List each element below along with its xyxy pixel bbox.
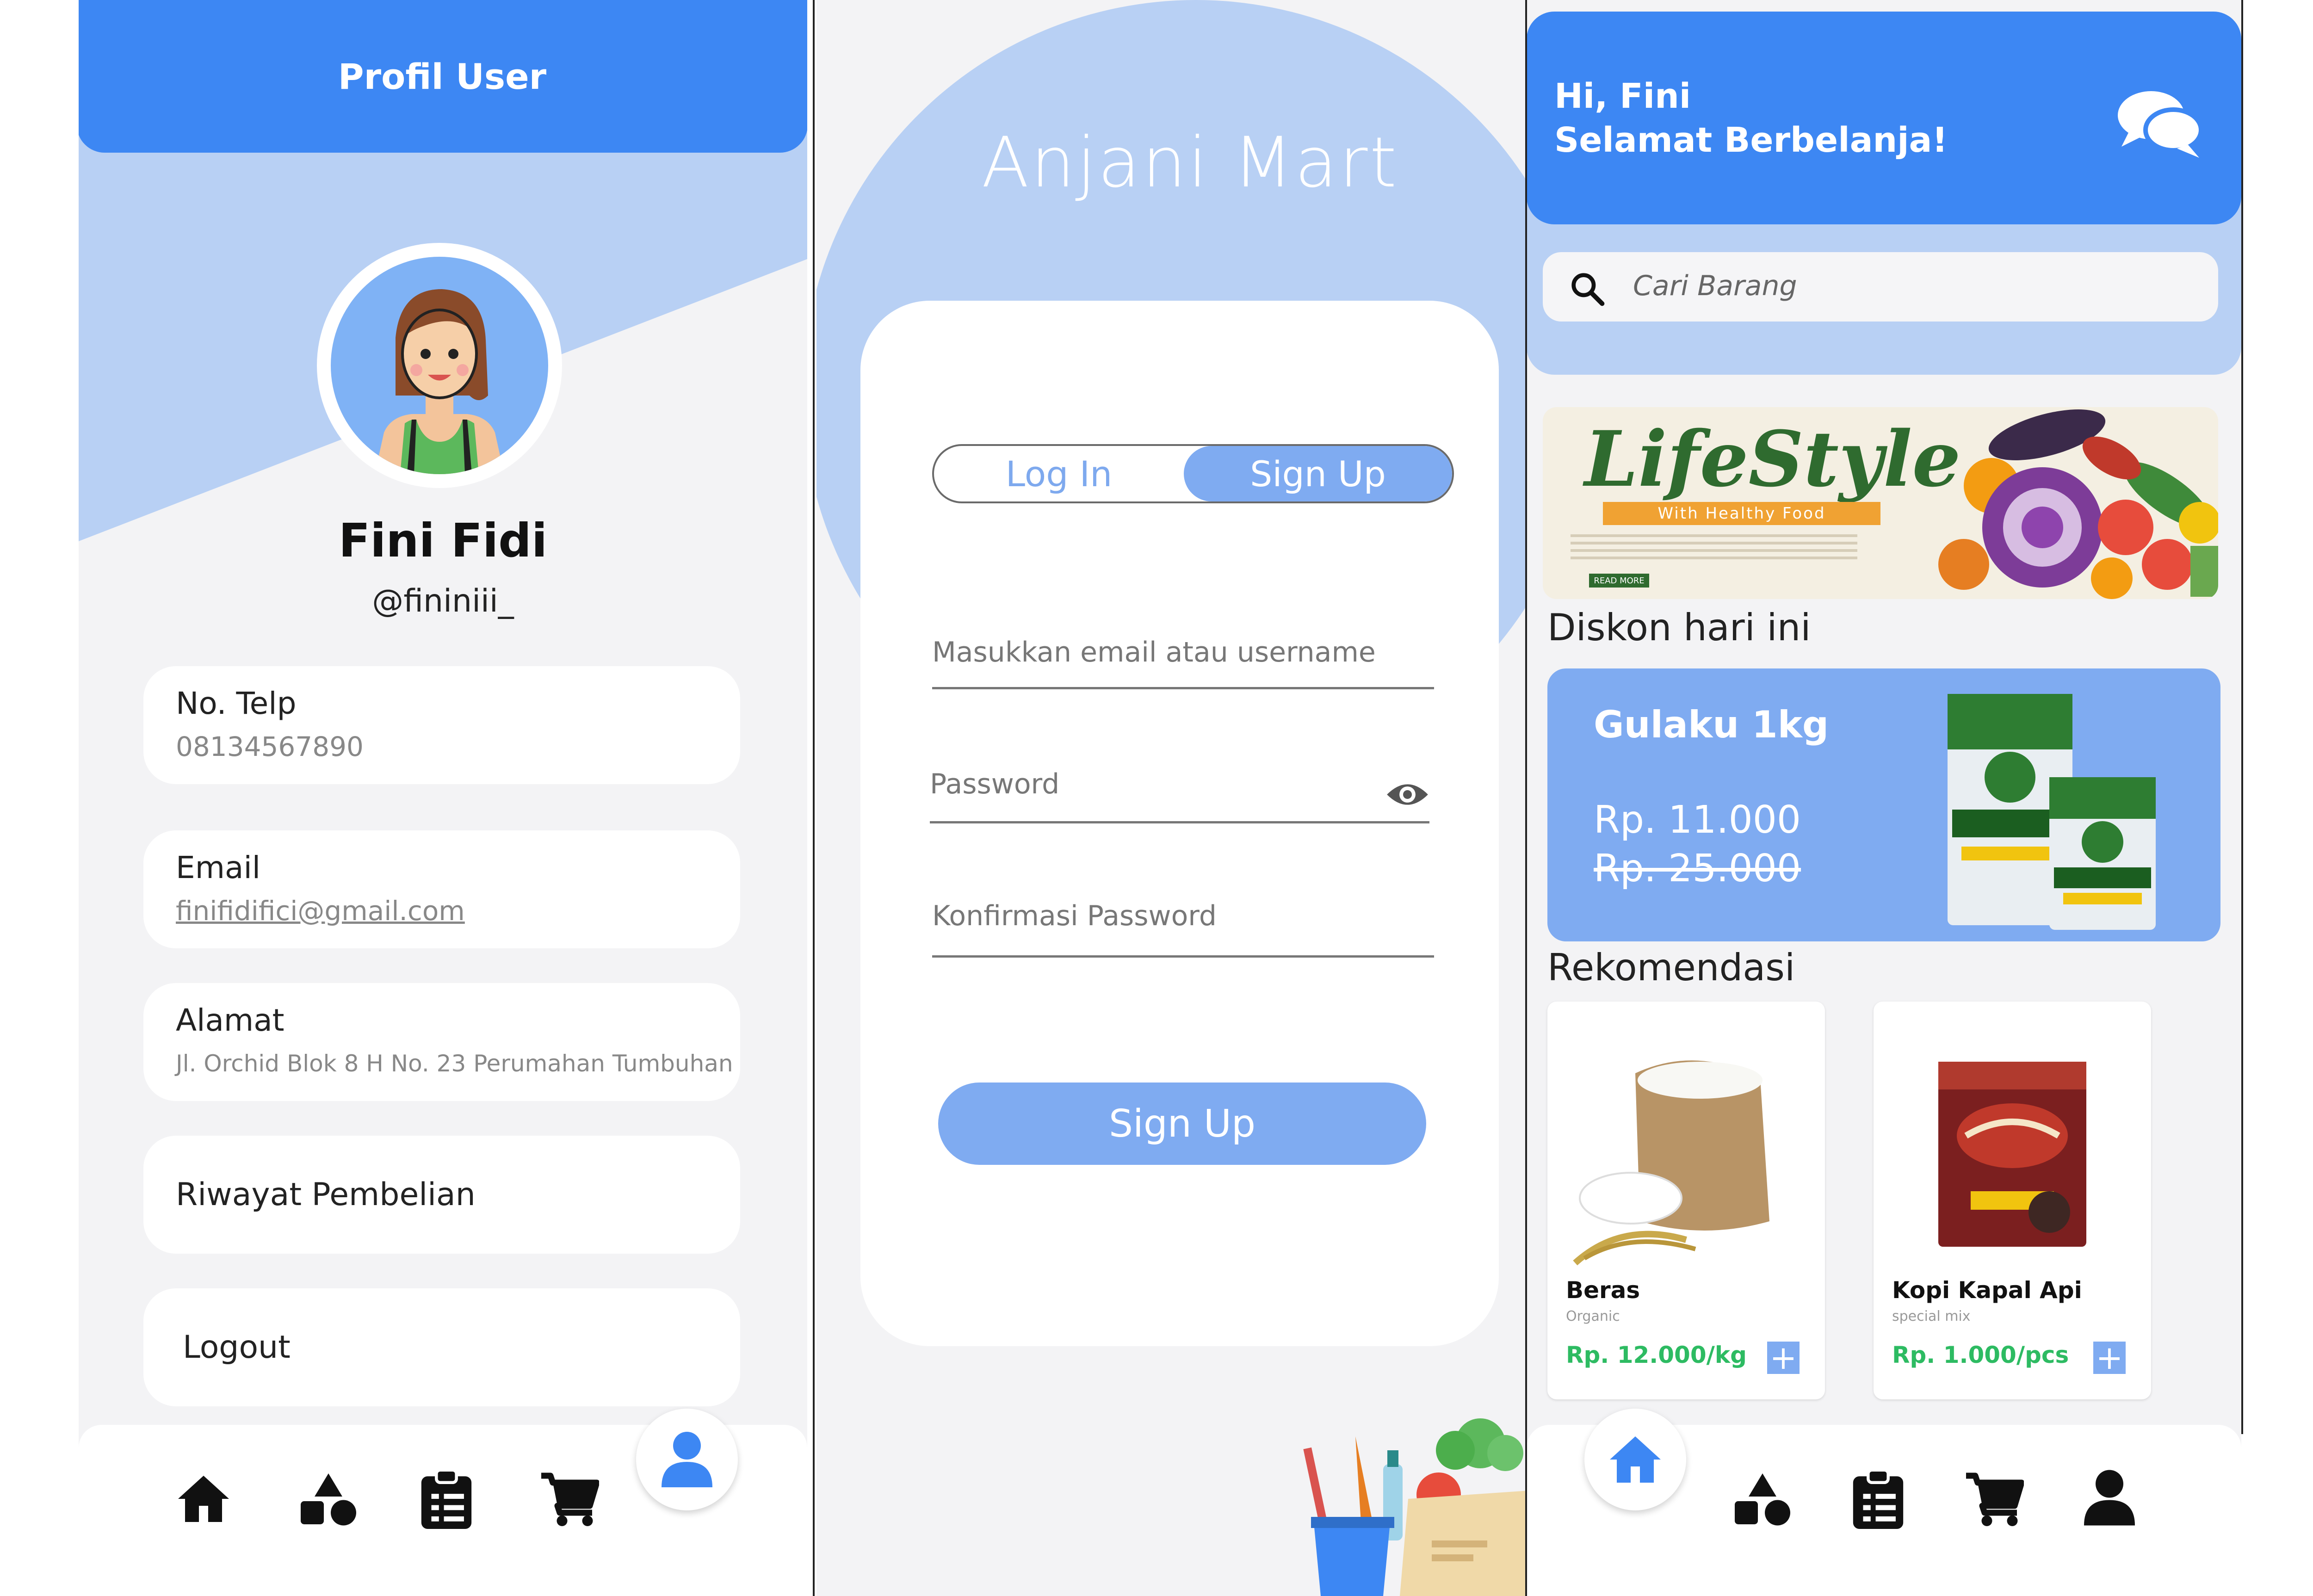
recommendation-section-title: Rekomendasi bbox=[1547, 946, 1795, 989]
orders-icon[interactable] bbox=[1850, 1469, 1906, 1529]
tab-signup[interactable]: Sign Up bbox=[1184, 446, 1452, 501]
nav-profile-active[interactable] bbox=[636, 1409, 738, 1510]
divider-right bbox=[2241, 0, 2243, 1434]
product-card[interactable]: Beras Organic Rp. 12.000/kg + bbox=[1547, 1002, 1825, 1399]
vegetables-image bbox=[1938, 409, 2218, 599]
email-card[interactable]: Email finifidifici@gmail.com bbox=[143, 830, 740, 948]
cart-icon[interactable] bbox=[1964, 1471, 2024, 1527]
banner-text-block bbox=[1571, 534, 1857, 562]
password-input-placeholder: Password bbox=[930, 768, 1060, 800]
divider-mid bbox=[813, 0, 815, 1596]
email-value[interactable]: finifidifici@gmail.com bbox=[176, 895, 465, 927]
discount-card[interactable]: Gulaku 1kg Rp. 11.000 Rp. 25.000 bbox=[1547, 668, 2220, 941]
product-name: Kopi Kapal Api bbox=[1892, 1277, 2082, 1304]
nav-home-active[interactable] bbox=[1584, 1409, 1686, 1510]
orders-icon[interactable] bbox=[419, 1469, 474, 1529]
categories-icon[interactable] bbox=[1732, 1471, 1793, 1527]
search-icon bbox=[1571, 273, 1605, 306]
address-label: Alamat bbox=[176, 1002, 284, 1038]
product-subtitle: special mix bbox=[1892, 1308, 1971, 1324]
home-header: Hi, Fini Selamat Berbelanja! bbox=[1527, 12, 2241, 224]
phone-card[interactable]: No. Telp 08134567890 bbox=[143, 666, 740, 784]
greeting-message: Selamat Berbelanja! bbox=[1554, 120, 1948, 160]
home-icon bbox=[1610, 1436, 1661, 1483]
product-price: Rp. 12.000/kg bbox=[1566, 1342, 1747, 1368]
discount-section-title: Diskon hari ini bbox=[1547, 606, 1811, 649]
tab-login[interactable]: Log In bbox=[934, 446, 1184, 501]
profile-header-title: Profil User bbox=[338, 56, 547, 97]
avatar[interactable] bbox=[317, 243, 562, 488]
product-subtitle: Organic bbox=[1566, 1308, 1620, 1324]
product-name: Beras bbox=[1566, 1277, 1640, 1304]
history-label: Riwayat Pembelian bbox=[176, 1176, 476, 1213]
home-icon[interactable] bbox=[176, 1473, 231, 1524]
promo-banner[interactable]: LifeStyle With Healthy Food READ MORE bbox=[1543, 407, 2218, 599]
profile-screen: Profil User Fini Fidi @fininiii_ No. Tel… bbox=[79, 0, 807, 1596]
history-button[interactable]: Riwayat Pembelian bbox=[143, 1136, 740, 1254]
address-value: Jl. Orchid Blok 8 H No. 23 Perumahan Tum… bbox=[176, 1050, 733, 1077]
phone-label: No. Telp bbox=[176, 686, 297, 721]
email-input-underline bbox=[932, 687, 1434, 689]
signup-button[interactable]: Sign Up bbox=[938, 1083, 1426, 1165]
app-title: Anjani Mart bbox=[981, 123, 1399, 203]
search-placeholder: Cari Barang bbox=[1633, 270, 1797, 302]
banner-read-more[interactable]: READ MORE bbox=[1589, 574, 1649, 588]
promo-old-price: Rp. 25.000 bbox=[1594, 847, 1801, 891]
coffee-package-image bbox=[1938, 1062, 2086, 1247]
email-input-placeholder: Masukkan email atau username bbox=[932, 636, 1376, 668]
confirm-password-placeholder: Konfirmasi Password bbox=[932, 900, 1217, 932]
password-input[interactable]: Password bbox=[930, 768, 1429, 828]
auth-screen: Anjani Mart Log In Sign Up Masukkan emai… bbox=[816, 0, 1564, 1596]
chat-icon[interactable] bbox=[2114, 86, 2207, 160]
categories-icon[interactable] bbox=[298, 1471, 359, 1527]
email-input[interactable]: Masukkan email atau username bbox=[932, 636, 1434, 692]
address-card[interactable]: Alamat Jl. Orchid Blok 8 H No. 23 Peruma… bbox=[143, 983, 740, 1101]
profile-username: @fininiii_ bbox=[372, 583, 514, 619]
avatar-illustration bbox=[331, 257, 548, 474]
promo-product-name: Gulaku 1kg bbox=[1594, 703, 1829, 746]
divider-center-right bbox=[1525, 0, 1527, 1596]
confirm-password-input[interactable]: Konfirmasi Password bbox=[932, 900, 1434, 960]
promo-price: Rp. 11.000 bbox=[1594, 798, 1801, 842]
logout-label: Logout bbox=[183, 1329, 291, 1366]
eye-icon[interactable] bbox=[1385, 779, 1429, 810]
greeting-name: Hi, Fini bbox=[1554, 76, 1691, 116]
email-label: Email bbox=[176, 850, 261, 885]
user-icon bbox=[662, 1432, 712, 1487]
confirm-password-underline bbox=[932, 955, 1434, 958]
rice-sack-image bbox=[1573, 1060, 1769, 1266]
auth-card: Log In Sign Up Masukkan email atau usern… bbox=[860, 301, 1499, 1346]
banner-subtitle: With Healthy Food bbox=[1603, 502, 1880, 525]
profile-header: Profil User bbox=[79, 0, 807, 153]
password-input-underline bbox=[930, 821, 1429, 823]
cart-icon[interactable] bbox=[539, 1471, 599, 1527]
logout-button[interactable]: Logout bbox=[143, 1288, 740, 1406]
product-card[interactable]: Kopi Kapal Api special mix Rp. 1.000/pcs… bbox=[1874, 1002, 2151, 1399]
add-to-cart-button[interactable]: + bbox=[2093, 1342, 2126, 1374]
home-screen: Hi, Fini Selamat Berbelanja! Cari Barang… bbox=[1527, 0, 2241, 1596]
sugar-package-image bbox=[1948, 694, 2156, 930]
add-to-cart-button[interactable]: + bbox=[1767, 1342, 1800, 1374]
user-icon[interactable] bbox=[2082, 1466, 2137, 1529]
phone-value: 08134567890 bbox=[176, 731, 364, 762]
product-price: Rp. 1.000/pcs bbox=[1892, 1342, 2069, 1368]
grocery-bag-illustration bbox=[1303, 1418, 1557, 1596]
search-input[interactable]: Cari Barang bbox=[1543, 252, 2218, 322]
profile-name: Fini Fidi bbox=[338, 513, 548, 568]
auth-tab-toggle: Log In Sign Up bbox=[932, 444, 1454, 503]
